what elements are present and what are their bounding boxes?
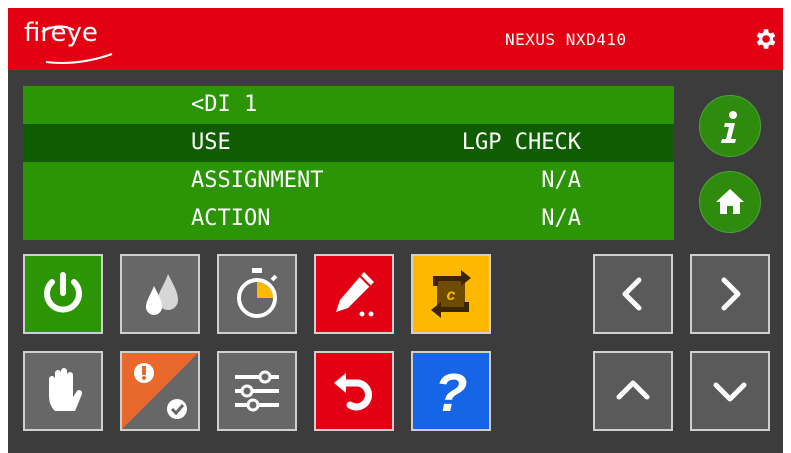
info-button[interactable] xyxy=(699,95,761,157)
hand-icon xyxy=(49,368,83,411)
row-value: LGP CHECK xyxy=(461,130,581,155)
settings-button[interactable] xyxy=(217,351,297,431)
brand-logo: fireye xyxy=(24,18,113,64)
logo-swoosh-icon xyxy=(41,25,113,64)
manual-button[interactable] xyxy=(23,351,103,431)
row-label: <DI 1 xyxy=(191,92,258,117)
chevron-up-icon xyxy=(616,380,650,400)
sliders-icon xyxy=(235,370,279,412)
row-value: N/A xyxy=(541,206,581,231)
edit-button[interactable] xyxy=(314,254,394,334)
svg-text:c: c xyxy=(447,287,456,304)
hmi-screen: fireye NEXUS NXD410 <DI 1 USE LGP CHECK … xyxy=(0,0,791,453)
up-button[interactable] xyxy=(593,351,673,431)
row-label: ASSIGNMENT xyxy=(191,168,324,193)
down-button[interactable] xyxy=(690,351,770,431)
display-row-action[interactable]: ACTION N/A xyxy=(23,200,674,238)
right-button[interactable] xyxy=(690,254,770,334)
chevron-down-icon xyxy=(713,382,747,402)
row-label: USE xyxy=(191,130,231,155)
lcd-display: <DI 1 USE LGP CHECK ASSIGNMENT N/A ACTIO… xyxy=(23,86,674,240)
header-bar: fireye NEXUS NXD410 xyxy=(8,8,783,70)
home-icon xyxy=(716,189,744,214)
cycle-c-icon: c xyxy=(431,270,471,318)
stopwatch-icon xyxy=(237,268,278,318)
question-icon: ? xyxy=(435,363,468,423)
help-glyph: ? xyxy=(435,363,468,423)
left-button[interactable] xyxy=(593,254,673,334)
flame-drops-icon xyxy=(146,274,178,315)
help-button[interactable]: ? xyxy=(411,351,491,431)
alarm-check-icon xyxy=(122,353,198,429)
row-value: N/A xyxy=(541,168,581,193)
power-icon xyxy=(44,272,82,313)
power-button[interactable] xyxy=(23,254,103,334)
chevron-left-icon xyxy=(622,277,642,311)
display-row-use[interactable]: USE LGP CHECK xyxy=(23,124,674,162)
info-icon xyxy=(721,111,737,143)
row-label: ACTION xyxy=(191,206,271,231)
home-button[interactable] xyxy=(699,171,761,233)
timer-button[interactable] xyxy=(217,254,297,334)
control-panel: <DI 1 USE LGP CHECK ASSIGNMENT N/A ACTIO… xyxy=(8,70,783,453)
gear-icon[interactable] xyxy=(752,26,778,52)
alarm-button[interactable] xyxy=(120,351,200,431)
cycle-button[interactable]: c xyxy=(411,254,491,334)
chevron-right-icon xyxy=(721,277,741,311)
undo-button[interactable] xyxy=(314,351,394,431)
pencil-icon xyxy=(336,272,374,317)
model-label: NEXUS NXD410 xyxy=(505,30,627,49)
flame-button[interactable] xyxy=(120,254,200,334)
undo-icon xyxy=(334,373,372,411)
display-row-title[interactable]: <DI 1 xyxy=(23,86,674,124)
display-row-assignment[interactable]: ASSIGNMENT N/A xyxy=(23,162,674,200)
